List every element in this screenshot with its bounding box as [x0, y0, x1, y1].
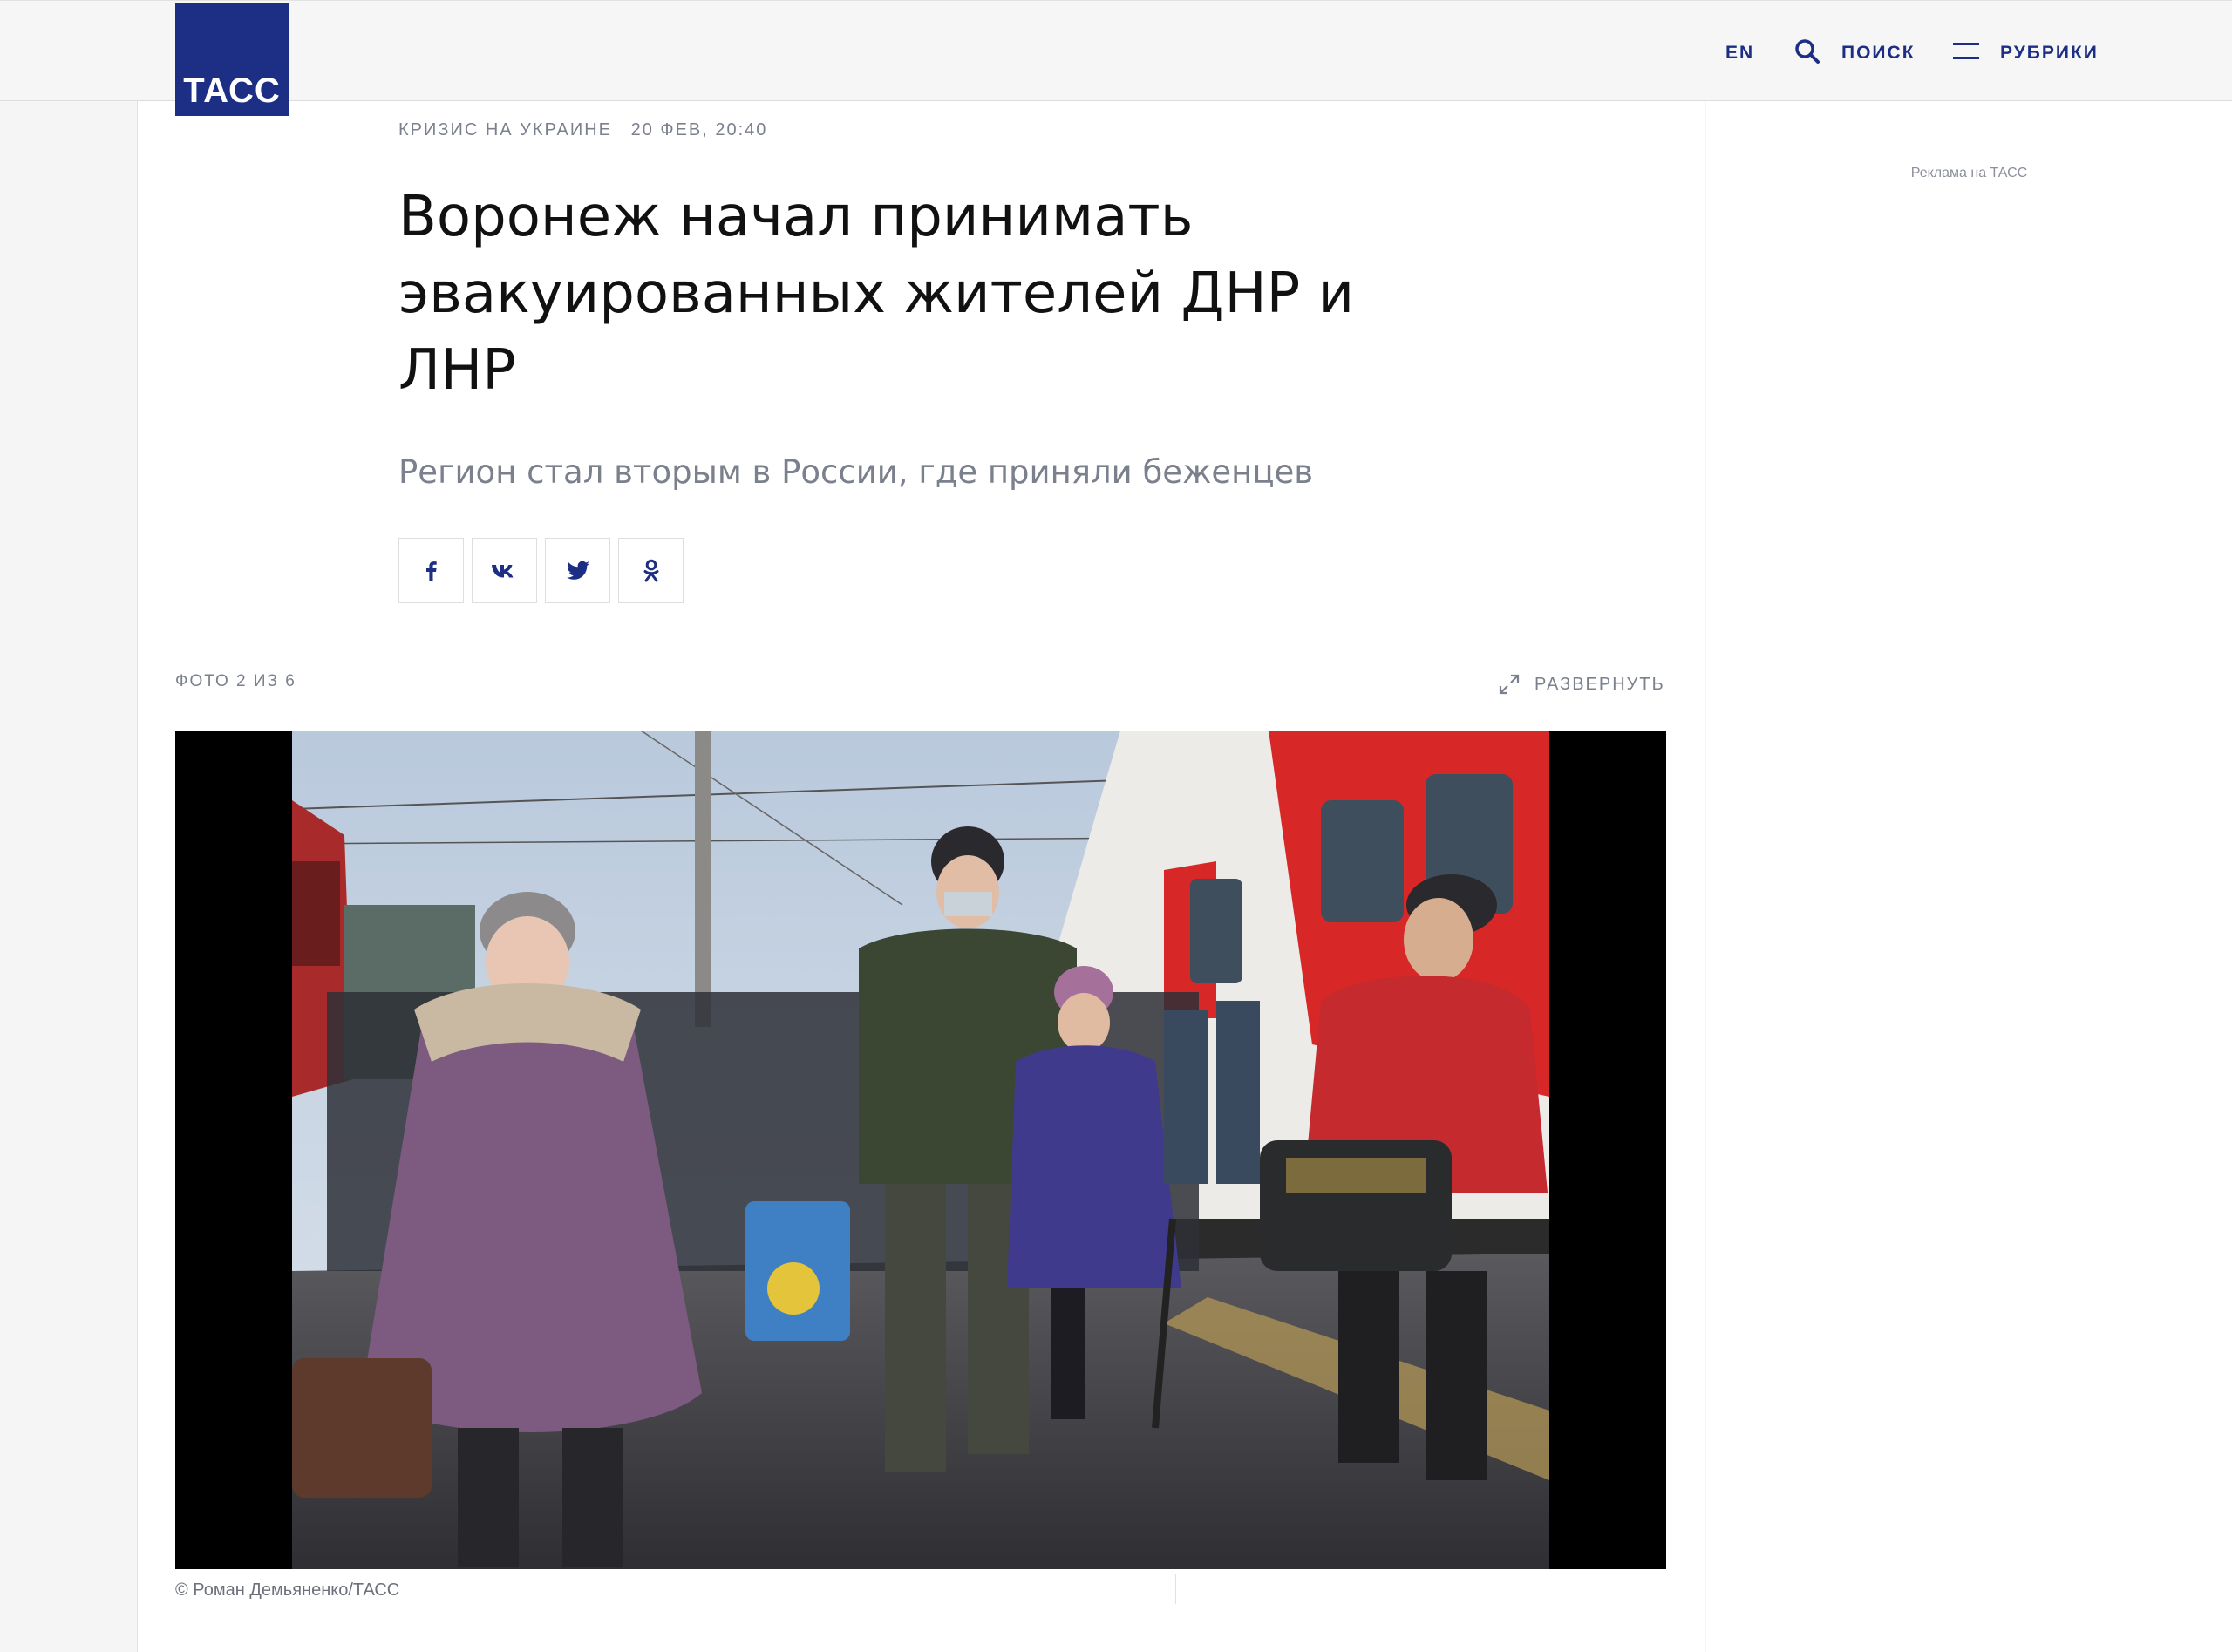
photo-credit: © Роман Демьяненко/ТАСС	[175, 1581, 400, 1600]
sidebar: Реклама на ТАСС	[1706, 101, 2232, 1652]
share-twitter-button[interactable]	[545, 538, 610, 603]
site-header: EN ПОИСК РУБРИКИ	[0, 0, 2232, 101]
rubric-link[interactable]: Кризис на Украине	[398, 120, 612, 139]
share-vk-button[interactable]	[472, 538, 537, 603]
gallery-photo-frame[interactable]	[175, 731, 1666, 1569]
odnoklassniki-icon	[643, 559, 658, 581]
rubrics-link[interactable]: РУБРИКИ	[2000, 43, 2099, 64]
expand-button[interactable]: РАЗВЕРНУТЬ	[1498, 673, 1665, 696]
ad-label[interactable]: Реклама на ТАСС	[1706, 166, 2232, 181]
article-title: Воронеж начал принимать эвакуированных ж…	[398, 185, 1355, 403]
article-meta: Кризис на Украине 20 ФЕВ, 20:40	[398, 120, 767, 140]
article-subtitle: Регион стал вторым в России, где приняли…	[398, 453, 1314, 491]
facebook-icon	[425, 561, 437, 581]
share-odnoklassniki-button[interactable]	[618, 538, 684, 603]
language-switch-link[interactable]: EN	[1725, 43, 1754, 64]
twitter-icon	[566, 561, 589, 580]
vk-icon	[491, 564, 513, 577]
refugees-photo	[292, 731, 1549, 1569]
search-link[interactable]: ПОИСК	[1841, 43, 1916, 64]
article-date: 20 ФЕВ, 20:40	[630, 120, 768, 139]
menu-icon[interactable]	[1953, 41, 1981, 62]
share-facebook-button[interactable]	[398, 538, 464, 603]
expand-label: РАЗВЕРНУТЬ	[1534, 674, 1665, 694]
tass-logo[interactable]: ТАСС	[175, 3, 289, 116]
expand-icon	[1499, 674, 1520, 695]
photo-counter: ФОТО 2 ИЗ 6	[175, 672, 296, 690]
search-icon[interactable]	[1793, 37, 1821, 65]
share-bar	[398, 538, 684, 603]
divider	[1175, 1574, 1176, 1604]
logo-text: ТАСС	[183, 71, 281, 110]
